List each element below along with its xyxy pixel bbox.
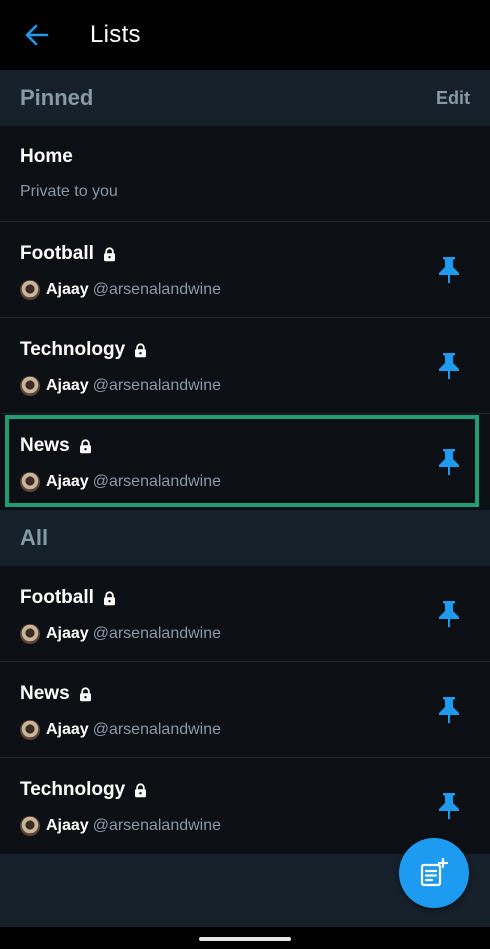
app-bar: Lists [0, 0, 490, 70]
pin-button[interactable] [434, 447, 464, 477]
avatar [20, 376, 40, 396]
all-section-title: All [20, 525, 49, 550]
pinned-section-title: Pinned [20, 85, 94, 110]
pinned-list: Home Private to you Football Ajaay @arse… [0, 126, 490, 510]
list-item-football[interactable]: Football Ajaay @arsenalandwine [0, 222, 490, 318]
avatar [20, 624, 40, 644]
list-privacy-text: Private to you [20, 183, 118, 200]
list-item-technology[interactable]: Technology Ajaay @arsenalandwine [0, 318, 490, 414]
owner-handle: @arsenalandwine [92, 377, 222, 394]
lock-icon [79, 438, 92, 454]
list-item-football[interactable]: Football Ajaay @arsenalandwine [0, 566, 490, 662]
lock-icon [103, 246, 116, 262]
all-section-header: All [0, 510, 490, 566]
list-name: News [20, 683, 70, 704]
pin-button[interactable] [434, 351, 464, 381]
lock-icon [134, 782, 147, 798]
lock-icon [79, 686, 92, 702]
owner-name: Ajaay [46, 281, 89, 298]
new-list-icon [420, 857, 449, 887]
pin-icon [439, 697, 459, 723]
pin-button[interactable] [434, 695, 464, 725]
pin-icon [439, 449, 459, 475]
all-list: Football Ajaay @arsenalandwine News Ajaa… [0, 566, 490, 854]
owner-handle: @arsenalandwine [92, 817, 222, 834]
arrow-left-icon [25, 24, 49, 46]
list-item-news[interactable]: News Ajaay @arsenalandwine [0, 662, 490, 758]
list-name: Technology [20, 779, 126, 800]
owner-handle: @arsenalandwine [92, 281, 222, 298]
avatar [20, 720, 40, 740]
list-item-home[interactable]: Home Private to you [0, 126, 490, 222]
pin-icon [439, 257, 459, 283]
page-title: Lists [90, 21, 141, 48]
edit-button[interactable]: Edit [436, 88, 470, 109]
owner-name: Ajaay [46, 377, 89, 394]
lock-icon [103, 590, 116, 606]
pin-icon [439, 353, 459, 379]
owner-handle: @arsenalandwine [92, 473, 222, 490]
owner-handle: @arsenalandwine [92, 625, 222, 642]
pin-button[interactable] [434, 791, 464, 821]
list-name: Football [20, 243, 94, 264]
owner-handle: @arsenalandwine [92, 721, 222, 738]
back-button[interactable] [22, 20, 52, 50]
pin-button[interactable] [434, 599, 464, 629]
pinned-section-header: Pinned Edit [0, 70, 490, 126]
owner-name: Ajaay [46, 625, 89, 642]
pin-icon [439, 793, 459, 819]
lock-icon [134, 342, 147, 358]
list-item-news[interactable]: News Ajaay @arsenalandwine [0, 414, 490, 510]
owner-name: Ajaay [46, 473, 89, 490]
avatar [20, 280, 40, 300]
list-name: News [20, 435, 70, 456]
owner-name: Ajaay [46, 721, 89, 738]
pin-icon [439, 601, 459, 627]
new-list-button[interactable] [399, 838, 469, 908]
list-name: Technology [20, 339, 126, 360]
home-indicator[interactable] [199, 937, 291, 941]
pin-button[interactable] [434, 255, 464, 285]
list-name: Football [20, 587, 94, 608]
list-item-technology[interactable]: Technology Ajaay @arsenalandwine [0, 758, 490, 854]
list-name: Home [20, 146, 73, 167]
avatar [20, 472, 40, 492]
avatar [20, 816, 40, 836]
owner-name: Ajaay [46, 817, 89, 834]
